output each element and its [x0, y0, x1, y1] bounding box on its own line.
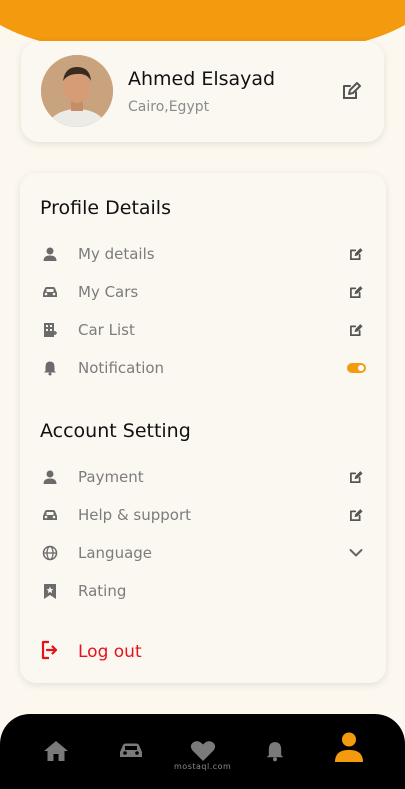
edit-profile-button[interactable] — [340, 80, 362, 102]
row-label: Payment — [78, 468, 144, 486]
logout-icon — [40, 640, 60, 664]
section-title-account-setting: Account Setting — [40, 420, 191, 442]
nav-home[interactable] — [41, 736, 71, 766]
logout-button[interactable]: Log out — [40, 638, 142, 666]
row-label: Car List — [78, 321, 135, 339]
row-my-details[interactable]: My details — [40, 241, 366, 267]
row-rating[interactable]: Rating — [40, 578, 366, 604]
section-title-profile-details: Profile Details — [40, 197, 171, 219]
notification-toggle[interactable] — [346, 358, 366, 378]
car-icon — [40, 282, 60, 302]
row-label: My Cars — [78, 283, 139, 301]
edit-icon[interactable] — [346, 320, 366, 340]
watermark: mostaql.com — [174, 762, 232, 771]
edit-icon[interactable] — [346, 505, 366, 525]
row-label: My details — [78, 245, 155, 263]
edit-icon[interactable] — [346, 467, 366, 487]
edit-icon[interactable] — [346, 282, 366, 302]
nav-profile[interactable] — [334, 732, 364, 762]
avatar[interactable] — [41, 55, 113, 127]
edit-icon[interactable] — [346, 244, 366, 264]
car-icon — [120, 743, 142, 757]
car-list-icon — [40, 320, 60, 340]
heart-icon — [190, 741, 216, 761]
profile-icon — [334, 732, 364, 762]
profile-card: Ahmed Elsayad Cairo,Egypt — [21, 41, 384, 142]
row-help-support[interactable]: Help & support — [40, 502, 366, 528]
row-label: Language — [78, 544, 153, 562]
profile-name: Ahmed Elsayad — [128, 68, 276, 90]
profile-location: Cairo,Egypt — [128, 99, 210, 115]
bottom-navigation — [0, 714, 405, 789]
person-icon — [40, 244, 60, 264]
bell-icon — [266, 742, 284, 762]
nav-cars[interactable] — [116, 736, 146, 766]
person-icon — [40, 467, 60, 487]
car-icon — [40, 505, 60, 525]
row-payment[interactable]: Payment — [40, 464, 366, 490]
row-notification[interactable]: Notification — [40, 355, 366, 381]
globe-icon — [40, 543, 60, 563]
row-language[interactable]: Language — [40, 540, 366, 566]
row-my-cars[interactable]: My Cars — [40, 279, 366, 305]
row-label: Help & support — [78, 506, 192, 524]
row-label: Rating — [78, 582, 127, 600]
logout-label: Log out — [78, 642, 142, 662]
home-icon — [44, 741, 68, 761]
row-label: Notification — [78, 359, 165, 377]
bookmark-star-icon — [40, 581, 60, 601]
settings-card: Profile Details My details My Cars Car L… — [20, 173, 386, 683]
edit-icon — [343, 82, 361, 99]
toggle-switch[interactable] — [346, 363, 366, 373]
row-car-list[interactable]: Car List — [40, 317, 366, 343]
nav-notifications[interactable] — [260, 736, 290, 766]
chevron-down-icon[interactable] — [346, 543, 366, 563]
bell-icon — [40, 358, 60, 378]
